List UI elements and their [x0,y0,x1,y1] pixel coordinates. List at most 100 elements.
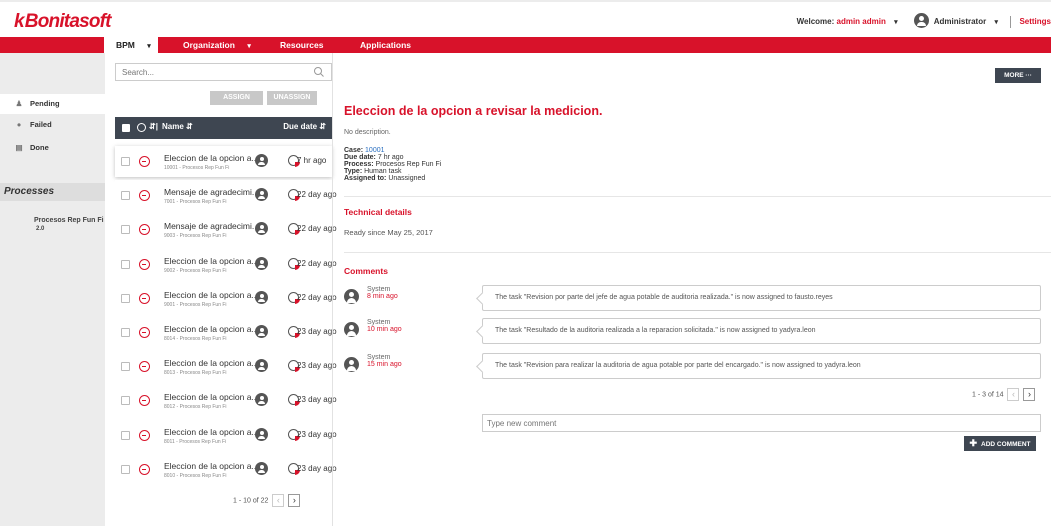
row-checkbox[interactable] [121,362,130,371]
task-status-icon [139,259,150,270]
search-icon[interactable] [313,66,325,78]
table-row[interactable]: Eleccion de la opcion a... 8014 - Proceso… [115,317,337,348]
table-row[interactable]: Eleccion de la opcion a... 8013 - Proceso… [115,351,337,382]
sidebar-item-done[interactable]: ▤ Done [0,138,105,158]
row-checkbox[interactable] [121,465,130,474]
search-input[interactable] [115,63,332,81]
role-selector[interactable]: Administrator [934,17,986,26]
more-button[interactable]: MORE ··· [995,68,1041,83]
row-checkbox[interactable] [121,157,130,166]
comment: System 8 min ago The task "Revision por pa… [344,285,1041,311]
row-checkbox[interactable] [121,191,130,200]
nav-applications[interactable]: Applications [349,37,422,53]
row-checkbox[interactable] [121,328,130,337]
task-due: 22 day ago [297,293,337,302]
comment-bubble: The task "Revision para realizar la audi… [482,353,1041,379]
table-row[interactable]: Mensaje de agradecimi... 7001 - Procesos … [115,180,337,211]
task-name[interactable]: Eleccion de la opcion a... [164,153,259,163]
task-case: 8011 - Procesos Rep Fun Fi [164,439,227,445]
select-all-checkbox[interactable] [122,124,130,132]
task-name[interactable]: Eleccion de la opcion a... [164,324,259,334]
prev-page-button[interactable]: ‹ [272,494,285,507]
comment-bubble: The task "Resultado de la auditoria real… [482,318,1041,344]
nav-resources[interactable]: Resources [269,37,334,53]
technical-details-title: Technical details [344,207,412,217]
task-name[interactable]: Mensaje de agradecimi... [164,187,259,197]
case-link[interactable]: 10001 [365,147,384,154]
task-status-icon [139,430,150,441]
table-row[interactable]: Eleccion de la opcion a... 10001 - Proces… [115,146,332,177]
pager-text: 1 - 10 of 22 [233,497,269,505]
assign-button[interactable]: ASSIGN [210,91,263,105]
row-checkbox[interactable] [121,396,130,405]
process-name: Procesos Rep Fun Fi [34,217,104,224]
welcome-label: Welcome: [796,17,835,27]
settings-link[interactable]: Settings [1019,17,1051,26]
task-status-icon [139,327,150,338]
process-value: Procesos Rep Fun Fi [375,161,442,168]
table-row[interactable]: Eleccion de la opcion a... 8012 - Proceso… [115,385,337,416]
task-name[interactable]: Eleccion de la opcion a... [164,256,259,266]
task-name[interactable]: Eleccion de la opcion a... [164,392,259,402]
row-checkbox[interactable] [121,294,130,303]
assigned-label: Assigned to: [344,175,387,182]
sidebar-item-process[interactable]: Procesos Rep Fun Fi 2.0 [34,217,105,233]
assignee-avatar-icon [255,291,268,304]
row-checkbox[interactable] [121,225,130,234]
add-comment-button[interactable]: ✚ ADD COMMENT [964,436,1036,451]
table-row[interactable]: Eleccion de la opcion a... 8010 - Proceso… [115,454,337,485]
sidebar-item-label: Pending [30,99,60,108]
nav-organization[interactable]: Organization ▾ [172,37,262,53]
task-due: 22 day ago [297,224,337,233]
sidebar-item-pending[interactable]: ♟ Pending [0,94,105,114]
comment-time: 15 min ago [367,361,402,368]
task-case: 9002 - Procesos Rep Fun Fi [164,268,227,274]
task-status-icon [139,464,150,475]
next-page-button[interactable]: › [1023,388,1036,401]
table-row[interactable]: Eleccion de la opcion a... 9001 - Proceso… [115,283,337,314]
task-case: 7001 - Procesos Rep Fun Fi [164,199,227,205]
sort-icon[interactable]: ⇵| [149,122,158,131]
task-name[interactable]: Eleccion de la opcion a... [164,427,259,437]
task-name[interactable]: Eleccion de la opcion a... [164,290,259,300]
comment-text: The task "Revision por parte del jefe de… [495,294,833,301]
comment: System 15 min ago The task "Revision para … [344,353,1041,379]
table-row[interactable]: Mensaje de agradecimi... 9003 - Procesos … [115,214,337,245]
new-comment-input[interactable] [482,414,1041,432]
task-case: 9001 - Procesos Rep Fun Fi [164,302,227,308]
task-name[interactable]: Eleccion de la opcion a... [164,358,259,368]
processes-heading: Processes [0,183,105,201]
table-row[interactable]: Eleccion de la opcion a... 8011 - Proceso… [115,420,337,451]
status-column-icon[interactable] [137,123,146,132]
table-row[interactable]: Eleccion de la opcion a... 9002 - Proceso… [115,249,337,280]
comment-text: The task "Resultado de la auditoria real… [495,327,816,334]
plus-icon: ✚ [969,438,978,448]
main-nav: BPM ▾ Organization ▾ Resources Applicati… [0,37,1051,53]
top-header: kBonitasoft Welcome: admin admin ▾ Admin… [0,0,1051,37]
task-name[interactable]: Eleccion de la opcion a... [164,461,259,471]
sidebar-item-failed[interactable]: ● Failed [0,115,105,135]
sidebar-item-label: Failed [30,120,52,129]
user-dropdown-icon[interactable]: ▾ [894,18,898,26]
chevron-down-icon: ▾ [147,43,151,50]
task-name[interactable]: Mensaje de agradecimi... [164,221,259,231]
role-dropdown-icon[interactable]: ▾ [994,18,998,26]
unassign-button[interactable]: UNASSIGN [267,91,317,105]
nav-bpm[interactable]: BPM ▾ [104,37,158,53]
comment-bubble: The task "Revision por parte del jefe de… [482,285,1041,311]
user-name[interactable]: admin admin [837,17,886,26]
task-description: No description. [344,129,391,136]
due-date-column-header[interactable]: Due date ⇵ [283,122,326,131]
assignee-avatar-icon [255,325,268,338]
next-page-button[interactable]: › [288,494,301,507]
task-title: Eleccion de la opcion a revisar la medic… [344,104,603,118]
comment-avatar-icon [344,289,359,304]
due-label: Due date: [344,154,376,161]
row-checkbox[interactable] [121,431,130,440]
row-checkbox[interactable] [121,260,130,269]
assignee-avatar-icon [255,257,268,270]
bonitasoft-logo[interactable]: kBonitasoft [14,11,112,33]
pager-text: 1 - 3 of 14 [972,391,1004,399]
name-column-header[interactable]: Name ⇵ [162,122,193,131]
prev-page-button[interactable]: ‹ [1007,388,1020,401]
